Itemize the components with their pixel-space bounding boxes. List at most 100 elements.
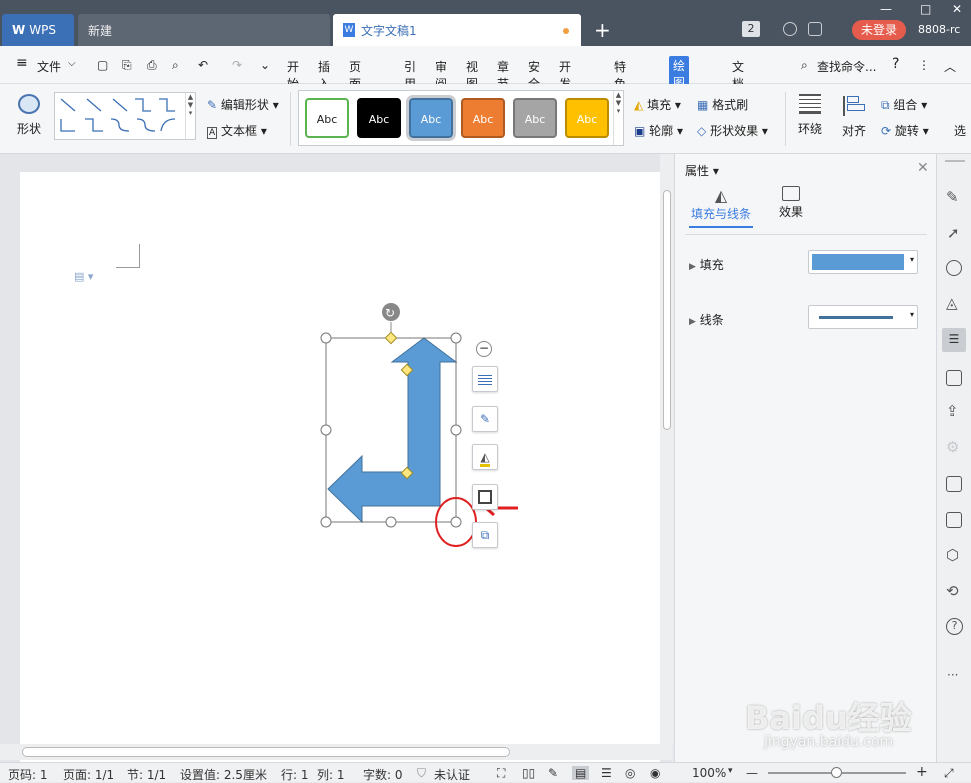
panel-close-icon[interactable]: ✕ [917, 160, 929, 176]
format-painter-button[interactable]: ▦ 格式刷 [697, 96, 748, 113]
shape-style-swatch-0[interactable]: Abc [305, 98, 349, 138]
collapse-ribbon-icon[interactable]: ︿ [944, 58, 956, 75]
redo-icon[interactable]: ↷ [232, 58, 242, 72]
layout-option-button[interactable] [472, 366, 498, 392]
window-count-badge[interactable]: 2 [742, 21, 760, 37]
more-icon[interactable]: ⋮ [918, 58, 930, 72]
line-section-toggle[interactable]: ▶ 线条 [689, 311, 724, 328]
eye-protection-icon[interactable]: ◉ [650, 766, 660, 780]
pen-mode-icon[interactable]: ✎ [548, 766, 558, 780]
export-icon[interactable]: ⎘ [122, 58, 132, 73]
customize-icon[interactable]: ⌄ [260, 58, 270, 72]
more-dots-icon[interactable]: ··· [947, 668, 958, 682]
wrap-button[interactable]: 环绕 [793, 94, 827, 137]
new-tab-button[interactable]: + [594, 18, 611, 42]
paragraph-layout-icon[interactable]: ▤ ▾ [74, 270, 93, 283]
fit-window-icon[interactable]: ⤢ [944, 766, 954, 781]
maximize-icon[interactable]: □ [920, 2, 931, 16]
close-window-icon[interactable]: ✕ [952, 2, 962, 16]
chevron-down-icon[interactable]: ▾ [728, 766, 733, 776]
share-icon[interactable]: ⇪ [946, 402, 959, 420]
fill-button[interactable]: ◭ 填充 ▾ [634, 96, 681, 113]
command-search[interactable]: 查找命令... [817, 58, 876, 75]
gallery-scroll[interactable]: ▲ ▼ ▾ [185, 93, 195, 139]
shape-button[interactable]: 形状 [12, 94, 46, 144]
fill-color-dropdown[interactable]: ▾ [808, 250, 918, 274]
resize-handle[interactable] [320, 516, 332, 528]
status-word-count[interactable]: 字数: 0 [363, 766, 403, 783]
security-shield-icon[interactable]: ⬡ [946, 546, 959, 564]
help-icon[interactable]: ? [892, 56, 899, 72]
hamburger-icon[interactable]: ≡ [16, 55, 28, 71]
help-circle-icon[interactable]: ? [946, 618, 963, 635]
line-style-dropdown[interactable]: ▾ [808, 305, 918, 329]
fullscreen-icon[interactable]: ⛶ [497, 766, 505, 781]
resize-handle[interactable] [320, 332, 332, 344]
pen-icon[interactable]: ✎ [946, 188, 959, 206]
preview-icon[interactable]: ⌕ [172, 58, 179, 73]
tab-effect[interactable]: 效果 [771, 186, 811, 220]
outline-style-button[interactable]: ✎ [472, 406, 498, 432]
resize-handle[interactable] [320, 424, 332, 436]
rotate-button[interactable]: ⟳ 旋转 ▾ [881, 122, 929, 139]
archive-icon[interactable] [946, 476, 962, 492]
page-view-icon[interactable]: ▤ [572, 766, 590, 780]
horizontal-scroll-thumb[interactable] [22, 747, 510, 757]
outline-view-icon[interactable]: ☰ [601, 766, 612, 780]
shape-style-swatch-5[interactable]: Abc [565, 98, 609, 138]
status-page-number[interactable]: 页码: 1 [8, 766, 48, 783]
status-column[interactable]: 列: 1 [317, 766, 345, 783]
shadow-style-button[interactable] [472, 484, 498, 510]
tab-wps[interactable]: W WPS [2, 14, 74, 46]
zoom-slider-thumb[interactable] [831, 767, 842, 778]
zoom-level[interactable]: 100% [692, 766, 726, 780]
shapes-icon[interactable] [946, 260, 962, 276]
shape-style-swatch-4[interactable]: Abc [513, 98, 557, 138]
collapse-float-icon[interactable]: − [476, 341, 492, 357]
tab-new[interactable]: 新建 [78, 14, 330, 46]
image-icon[interactable] [946, 512, 962, 528]
minimize-icon[interactable]: — [880, 2, 892, 16]
tab-document[interactable]: W 文字文稿1 [333, 14, 581, 46]
shape-style-swatch-2[interactable]: Abc [406, 95, 456, 141]
group-button[interactable]: ⧉ 组合 ▾ [881, 96, 927, 113]
vertical-scroll-thumb[interactable] [663, 190, 671, 430]
shape-style-swatch-3[interactable]: Abc [461, 98, 505, 138]
status-section[interactable]: 节: 1/1 [127, 766, 166, 783]
shape-effect-button[interactable]: ◇ 形状效果 ▾ [697, 122, 768, 139]
property-settings-icon[interactable]: ☰ [942, 328, 966, 352]
textbox-button[interactable]: A 文本框 ▾ [207, 122, 267, 139]
feedback-icon[interactable] [808, 22, 822, 36]
shape-gallery[interactable]: ▲ ▼ ▾ [54, 92, 196, 140]
print-icon[interactable]: ⎙ [147, 58, 157, 73]
web-view-icon[interactable]: ◎ [625, 766, 635, 780]
fill-section-toggle[interactable]: ▶ 填充 [689, 256, 724, 273]
chevron-down-icon[interactable]: ⌵ [68, 58, 76, 69]
save-icon[interactable]: ▢ [97, 58, 108, 72]
style-gallery-scroll[interactable]: ▲ ▼ ▾ [613, 91, 623, 145]
panel-title[interactable]: 属性 ▾ [685, 162, 719, 179]
skin-icon[interactable] [783, 22, 797, 36]
align-button[interactable]: 对齐 [837, 94, 871, 139]
select-button[interactable]: 选 [954, 122, 966, 139]
undo-icon[interactable]: ↶ [198, 58, 208, 72]
login-button[interactable]: 未登录 [852, 20, 906, 40]
resize-handle[interactable] [450, 424, 462, 436]
picture-group-icon[interactable] [946, 370, 962, 386]
zoom-in-icon[interactable]: + [916, 764, 928, 780]
resize-handle[interactable] [385, 516, 397, 528]
arrow-shape[interactable] [327, 337, 458, 524]
reading-view-icon[interactable]: ▯▯ [522, 766, 535, 780]
vertical-scrollbar[interactable] [660, 154, 674, 744]
tab-fill-line[interactable]: ◭ 填充与线条 [689, 186, 753, 228]
text-style-icon[interactable]: ◬ [946, 294, 958, 312]
resize-handle[interactable] [450, 332, 462, 344]
search-icon[interactable]: ⌕ [801, 58, 808, 73]
shape-style-swatch-1[interactable]: Abc [357, 98, 401, 138]
zoom-out-icon[interactable]: — [746, 766, 758, 780]
file-menu[interactable]: 文件 [37, 58, 61, 75]
status-row[interactable]: 行: 1 [281, 766, 309, 783]
adjust-handle[interactable] [384, 331, 398, 345]
resize-handle-bottom-right[interactable] [450, 516, 462, 528]
outline-button[interactable]: ▣ 轮廓 ▾ [634, 122, 683, 139]
